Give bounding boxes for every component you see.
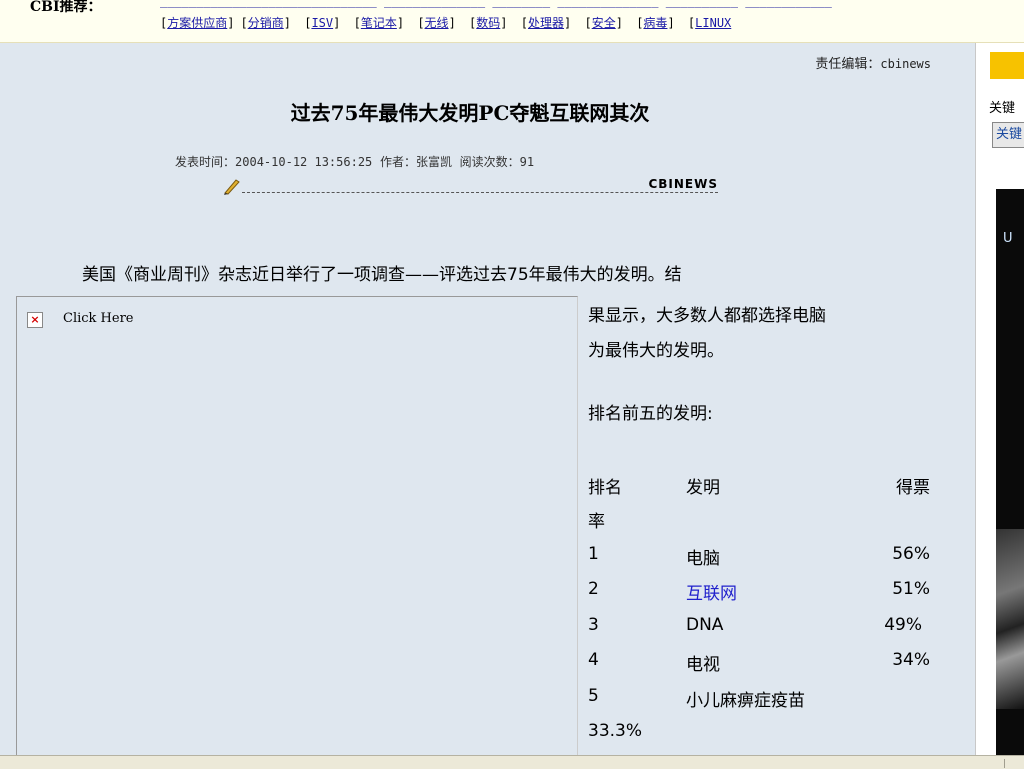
rank-cell: 3 xyxy=(588,615,599,635)
invention-cell: DNA xyxy=(686,615,724,635)
internet-link[interactable]: 互联网 xyxy=(686,579,737,604)
votes-cell: 49% xyxy=(884,615,922,635)
invention-cell: 小儿麻痹症疫苗 xyxy=(686,691,805,711)
rank-header-wrap: 率 xyxy=(588,512,605,532)
article-meta: 发表时间：2004-10-12 13:56:25 作者：张富凯 阅读次数：91 xyxy=(175,153,534,170)
cbinews-brand: CBINEWS xyxy=(646,177,718,191)
date-value: 2004-10-12 13:56:25 xyxy=(235,155,373,169)
editor-value: cbinews xyxy=(880,57,931,71)
ad-image-letter: U xyxy=(1003,231,1013,246)
ranking-header-row: 排名 发明 得票 xyxy=(588,473,948,498)
body-line: 果显示，大多数人都都选择电脑 xyxy=(588,306,826,326)
rank-cell: 5 xyxy=(588,686,599,706)
ranking-row: 2 互联网 51% xyxy=(588,579,948,604)
reads-value: 91 xyxy=(519,155,535,169)
article-panel: 责任编辑：cbinews 过去75年最伟大发明PC夺魁互联网其次 发表时间：20… xyxy=(0,43,975,757)
pencil-icon xyxy=(224,179,240,195)
link-virus[interactable]: 病毒 xyxy=(643,16,667,30)
recommend-label: CBI推荐： xyxy=(30,0,102,15)
recommend-links: [方案供应商] [分销商] [ISV] [笔记本] [无线] [数码] [处理器]… xyxy=(160,16,732,30)
rank-cell: 4 xyxy=(588,650,599,670)
votes-cell: 34% xyxy=(892,650,930,670)
dashed-rule xyxy=(242,192,718,193)
link-digital[interactable]: 数码 xyxy=(476,16,500,30)
right-sidebar: 关键 关键 U xyxy=(975,43,1024,755)
status-separator xyxy=(1004,759,1005,768)
link-notebook[interactable]: 笔记本 xyxy=(361,16,397,30)
link-processor[interactable]: 处理器 xyxy=(528,16,564,30)
responsible-editor: 责任编辑：cbinews xyxy=(815,53,931,72)
sidebar-yellow-header xyxy=(990,52,1024,79)
invention-header: 发明 xyxy=(686,478,720,498)
link-solution-provider[interactable]: 方案供应商 xyxy=(167,16,227,30)
rank-header: 排名 xyxy=(588,478,622,498)
body-line: 为最伟大的发明。 xyxy=(588,341,724,361)
invention-cell: 电视 xyxy=(686,655,720,675)
ad-caption[interactable]: Click Here xyxy=(63,311,134,326)
link-wireless[interactable]: 无线 xyxy=(425,16,449,30)
intro-paragraph: 美国《商业周刊》杂志近日举行了一项调查——评选过去75年最伟大的发明。结 xyxy=(82,265,682,285)
recommend-links-row-cut: ______________________________ _________… xyxy=(160,0,832,8)
reads-label: 阅读次数： xyxy=(459,155,520,169)
ranking-row: 3 DNA 49% xyxy=(588,615,948,639)
ranking-subheading: 排名前五的发明: xyxy=(588,404,713,424)
link-isv[interactable]: ISV xyxy=(311,16,333,30)
ad-placeholder[interactable]: × Click Here xyxy=(16,296,578,757)
ranking-row: 4 电视 34% xyxy=(588,650,948,675)
votes-cell-wrapped: 33.3% xyxy=(588,721,643,741)
ad-image-graphic xyxy=(996,529,1024,709)
article-divider: CBINEWS xyxy=(222,177,718,196)
rank-cell: 2 xyxy=(588,579,599,599)
article-title: 过去75年最伟大发明PC夺魁互联网其次 xyxy=(290,101,650,125)
browser-status-bar xyxy=(0,755,1024,769)
broken-image-icon: × xyxy=(27,312,43,328)
votes-cell: 56% xyxy=(892,544,930,564)
ranking-row: 5 小儿麻痹症疫苗 xyxy=(588,686,948,711)
sidebar-ad-image[interactable]: U xyxy=(996,189,1024,755)
author-value: 张富凯 xyxy=(415,155,452,169)
votes-header: 得票 xyxy=(896,478,930,498)
link-distributor[interactable]: 分销商 xyxy=(248,16,284,30)
votes-cell: 51% xyxy=(892,579,930,599)
invention-cell: 电脑 xyxy=(686,549,720,569)
rank-cell: 1 xyxy=(588,544,599,564)
ranking-row: 1 电脑 56% xyxy=(588,544,948,569)
author-label: 作者： xyxy=(379,155,416,169)
keyword-label: 关键 xyxy=(989,101,1016,116)
date-label: 发表时间： xyxy=(175,155,236,169)
editor-label: 责任编辑： xyxy=(815,57,881,72)
keyword-search-button[interactable]: 关键 xyxy=(992,122,1024,148)
link-security[interactable]: 安全 xyxy=(592,16,616,30)
recommend-bar: CBI推荐： ______________________________ __… xyxy=(0,0,1024,43)
link-linux[interactable]: LINUX xyxy=(695,16,731,30)
